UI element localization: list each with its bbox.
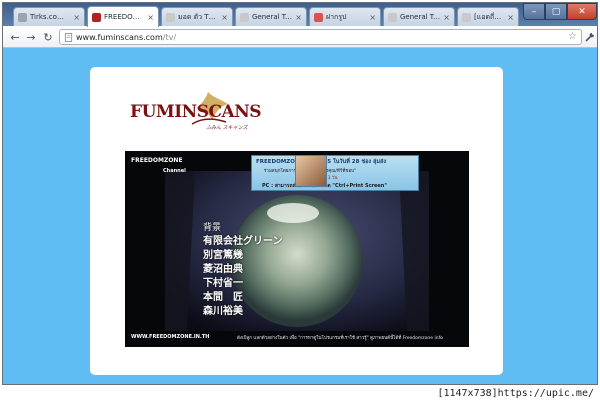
tab-close-icon[interactable]: ×: [221, 13, 228, 22]
tab-label: Tirks.com - Direct: [30, 13, 70, 21]
tab-close-icon[interactable]: ×: [147, 13, 154, 22]
tab-close-icon[interactable]: ×: [443, 13, 450, 22]
maximize-icon: ▢: [551, 6, 561, 17]
brand-text: FREEDOMZONE: [131, 157, 183, 164]
video-footer-note: ดังเบิลูก แลกตัวอย่างในตัว เพื่อ "การหาด…: [237, 336, 443, 341]
wrench-icon: [585, 32, 595, 42]
tab-label: [แอดถี่ว 3 ในแจก]: [474, 12, 504, 21]
tab-close-icon[interactable]: ×: [507, 13, 514, 22]
minimize-button[interactable]: –: [523, 3, 545, 20]
content-card: FUMINSCANS ふみん スキャンズ FREEDOMZONE Channel…: [90, 67, 503, 375]
back-button[interactable]: ←: [7, 29, 23, 45]
tab[interactable]: มอด ตัว The Disap×: [161, 7, 233, 26]
credit-line: 本間 匠: [203, 292, 243, 303]
tab-favicon-icon: [462, 12, 471, 22]
video-footer-url: WWW.FREEDOMZONE.IN.TH: [131, 334, 210, 340]
arrow-right-icon: →: [26, 30, 36, 44]
close-icon: ✕: [578, 6, 586, 17]
channel-label: Channel: [163, 168, 186, 174]
tab-close-icon[interactable]: ×: [369, 13, 376, 22]
tab-favicon-icon: [240, 12, 249, 22]
url-path: /tv/: [162, 32, 177, 42]
tab-strip: Tirks.com - Direct×FREEDOM ZONE×มอด ตัว …: [3, 3, 597, 27]
tab[interactable]: ฝากรูป ×: [309, 7, 381, 26]
browser-toolbar: ← → ↻ www.fuminscans.com/tv/ ☆: [3, 26, 597, 48]
tab-favicon-icon: [92, 12, 101, 22]
tab[interactable]: General Talk ×: [235, 7, 307, 26]
url-text: www.fuminscans.com/tv/: [76, 33, 176, 42]
tab-close-icon[interactable]: ×: [295, 13, 302, 22]
close-window-button[interactable]: ✕: [567, 3, 597, 20]
tab-label: FREEDOM ZONE: [104, 13, 144, 21]
reload-icon: ↻: [43, 30, 53, 44]
tab[interactable]: Tirks.com - Direct×: [13, 7, 85, 26]
event-character-art: [295, 155, 327, 187]
video-player[interactable]: FREEDOMZONE Channel FREEDOMZONE EVENT 5 …: [125, 151, 469, 347]
credit-line: 別宮篤幾: [203, 250, 243, 261]
event-banner: FREEDOMZONE EVENT 5 ในวันที่ 28 ช่อง ลุ่…: [251, 155, 419, 191]
freedomzone-brand: FREEDOMZONE: [131, 157, 183, 164]
moon-glow: [267, 203, 319, 223]
tab-favicon-icon: [388, 12, 397, 22]
arrow-left-icon: ←: [10, 30, 20, 44]
credit-line: 森川裕美: [203, 306, 243, 317]
maximize-button[interactable]: ▢: [545, 3, 567, 20]
page-icon: [64, 32, 73, 42]
tab-favicon-icon: [18, 12, 27, 22]
settings-wrench-button[interactable]: [584, 29, 596, 45]
logo-text: FUMINSCANS: [130, 102, 262, 122]
tab[interactable]: [แอดถี่ว 3 ในแจก]×: [457, 7, 519, 26]
tab[interactable]: General Talk - ดั้×: [383, 7, 455, 26]
browser-window: Tirks.com - Direct×FREEDOM ZONE×มอด ตัว …: [2, 2, 598, 385]
credit-line: 背景: [203, 223, 222, 233]
ending-credits: 背景 有限会社グリーン 別宮篤幾 菱沼由典 下村省一 本間 匠 森川裕美: [203, 221, 283, 319]
tab-label: General Talk: [252, 13, 293, 21]
tab-label: มอด ตัว The Disap: [178, 12, 218, 21]
tab-close-icon[interactable]: ×: [73, 13, 80, 22]
tab[interactable]: FREEDOM ZONE×: [87, 6, 159, 27]
credit-line: 菱沼由典: [203, 264, 243, 275]
credit-line: 下村省一: [203, 278, 243, 289]
tab-favicon-icon: [314, 12, 323, 22]
bookmark-star-icon[interactable]: ☆: [568, 31, 577, 42]
reload-button[interactable]: ↻: [40, 29, 56, 45]
image-caption: [1147x738]https://upic.me/: [437, 388, 594, 399]
credit-line: 有限会社グリーン: [203, 236, 283, 247]
address-bar[interactable]: www.fuminscans.com/tv/ ☆: [59, 29, 582, 45]
minimize-icon: –: [531, 6, 537, 17]
forward-button[interactable]: →: [23, 29, 39, 45]
tab-label: General Talk - ดั้: [400, 12, 440, 21]
url-host: www.fuminscans.com: [76, 32, 163, 42]
tab-label: ฝากรูป: [326, 12, 347, 21]
fuminscans-logo[interactable]: FUMINSCANS ふみん スキャンズ: [130, 92, 262, 136]
logo-subtitle: ふみん スキャンズ: [206, 125, 248, 131]
page-viewport: FUMINSCANS ふみん スキャンズ FREEDOMZONE Channel…: [3, 48, 597, 384]
tab-favicon-icon: [166, 12, 175, 22]
